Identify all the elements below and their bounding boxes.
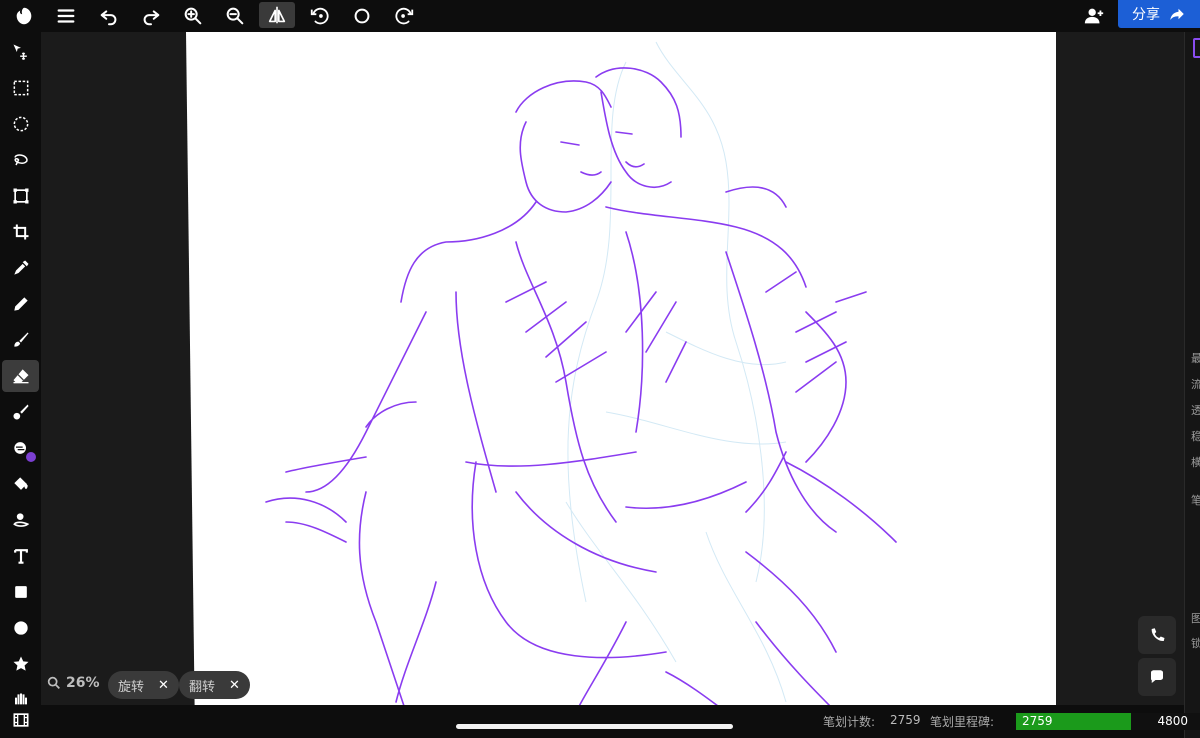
panel-label-4: 横 — [1191, 454, 1200, 470]
status-bar: 笔划计数: 2759 笔划里程碑: 2759 4800 — [41, 705, 1200, 738]
fill-tool[interactable] — [2, 468, 39, 500]
add-user-icon[interactable] — [1076, 0, 1112, 32]
panel-label-5: 笔 — [1191, 492, 1200, 508]
stroke-count-value: 2759 — [890, 713, 921, 727]
eraser-tool[interactable] — [2, 360, 39, 392]
ellipse-select-icon — [13, 116, 28, 132]
phone-icon — [1151, 628, 1165, 642]
eyedropper-icon — [13, 260, 28, 275]
panel-label-3: 稳 — [1191, 428, 1200, 444]
chat-button[interactable] — [1138, 658, 1176, 696]
blur-icon — [13, 404, 28, 420]
panel-label-2: 透 — [1191, 402, 1200, 418]
shape-tool[interactable] — [2, 648, 39, 680]
film-icon — [13, 713, 28, 727]
brush-icon — [13, 332, 28, 347]
flip-chip[interactable]: 翻转 ✕ — [179, 671, 250, 699]
panel-label-1: 流 — [1191, 376, 1200, 392]
move-tool[interactable] — [2, 36, 39, 68]
stroke-count-label: 笔划计数: — [823, 715, 876, 729]
menu-icon[interactable] — [48, 0, 84, 32]
brush-color-indicator[interactable] — [26, 452, 36, 462]
share-button[interactable]: 分享 — [1118, 0, 1200, 28]
zoom-indicator[interactable]: 26% — [46, 675, 100, 691]
milestone-progress: 2759 4800 — [1016, 713, 1200, 730]
properties-panel: 最 流 透 稳 横 笔 图 锁 — [1184, 32, 1200, 738]
pencil-icon — [13, 297, 28, 311]
milestone-current: 2759 — [1022, 714, 1053, 728]
ellipse-tool[interactable] — [2, 612, 39, 644]
milestone-label: 笔划里程碑: — [930, 715, 995, 729]
undo-icon[interactable] — [91, 0, 127, 32]
crop-icon — [13, 224, 28, 240]
zoom-value: 26% — [66, 675, 100, 691]
redo-icon[interactable] — [133, 0, 169, 32]
zoom-out-icon[interactable] — [217, 0, 253, 32]
rotate-right-icon[interactable] — [386, 0, 422, 32]
text-icon — [13, 549, 28, 564]
rotate-left-icon[interactable] — [302, 0, 338, 32]
blur-tool[interactable] — [2, 396, 39, 428]
move-icon — [13, 44, 27, 60]
star-icon — [13, 656, 28, 671]
close-icon[interactable]: ✕ — [229, 678, 240, 693]
rect-select-icon — [13, 80, 28, 96]
home-indicator — [456, 724, 733, 729]
clone-icon — [12, 513, 29, 527]
ellipse-select-tool[interactable] — [2, 108, 39, 140]
sketch-artwork — [265, 41, 897, 705]
smudge-tool[interactable] — [2, 432, 39, 464]
square-icon — [14, 586, 27, 598]
canvas-workspace[interactable] — [41, 32, 1177, 705]
share-label: 分享 — [1132, 7, 1160, 23]
paint-bucket-icon — [13, 477, 28, 490]
drawing-canvas[interactable] — [186, 32, 1056, 705]
reset-rotation-icon[interactable] — [344, 0, 380, 32]
rotate-chip[interactable]: 旋转 ✕ — [108, 671, 179, 699]
share-arrow-icon — [1170, 8, 1184, 20]
panel-label-0: 最 — [1191, 350, 1200, 366]
pencil-tool[interactable] — [2, 288, 39, 320]
eraser-icon — [13, 369, 28, 384]
top-toolbar: 分享 — [0, 0, 1200, 32]
hand-icon — [14, 693, 27, 705]
rectangle-tool[interactable] — [2, 576, 39, 608]
milestone-max: 4800 — [1157, 714, 1188, 728]
brush-tool[interactable] — [2, 324, 39, 356]
transform-icon — [13, 188, 28, 204]
tool-sidebar — [0, 32, 41, 738]
text-tool[interactable] — [2, 540, 39, 572]
panel-label-7: 锁 — [1191, 635, 1200, 651]
symmetry-icon[interactable] — [259, 2, 295, 28]
logo-icon[interactable] — [6, 0, 42, 32]
lasso-tool[interactable] — [2, 144, 39, 176]
chat-bubble-icon — [1151, 670, 1163, 683]
call-button[interactable] — [1138, 616, 1176, 654]
close-icon[interactable]: ✕ — [158, 678, 169, 693]
rotate-chip-label: 旋转 — [118, 679, 145, 695]
clone-tool[interactable] — [2, 504, 39, 536]
eyedropper-tool[interactable] — [2, 252, 39, 284]
lasso-icon — [13, 154, 28, 166]
flip-chip-label: 翻转 — [189, 679, 216, 695]
search-icon — [47, 676, 60, 689]
rect-select-tool[interactable] — [2, 72, 39, 104]
film-tool[interactable] — [2, 704, 39, 736]
panel-label-6: 图 — [1191, 610, 1200, 626]
crop-tool[interactable] — [2, 216, 39, 248]
color-swatch[interactable] — [1193, 38, 1200, 58]
circle-icon — [13, 621, 28, 635]
transform-tool[interactable] — [2, 180, 39, 212]
zoom-in-icon[interactable] — [175, 0, 211, 32]
